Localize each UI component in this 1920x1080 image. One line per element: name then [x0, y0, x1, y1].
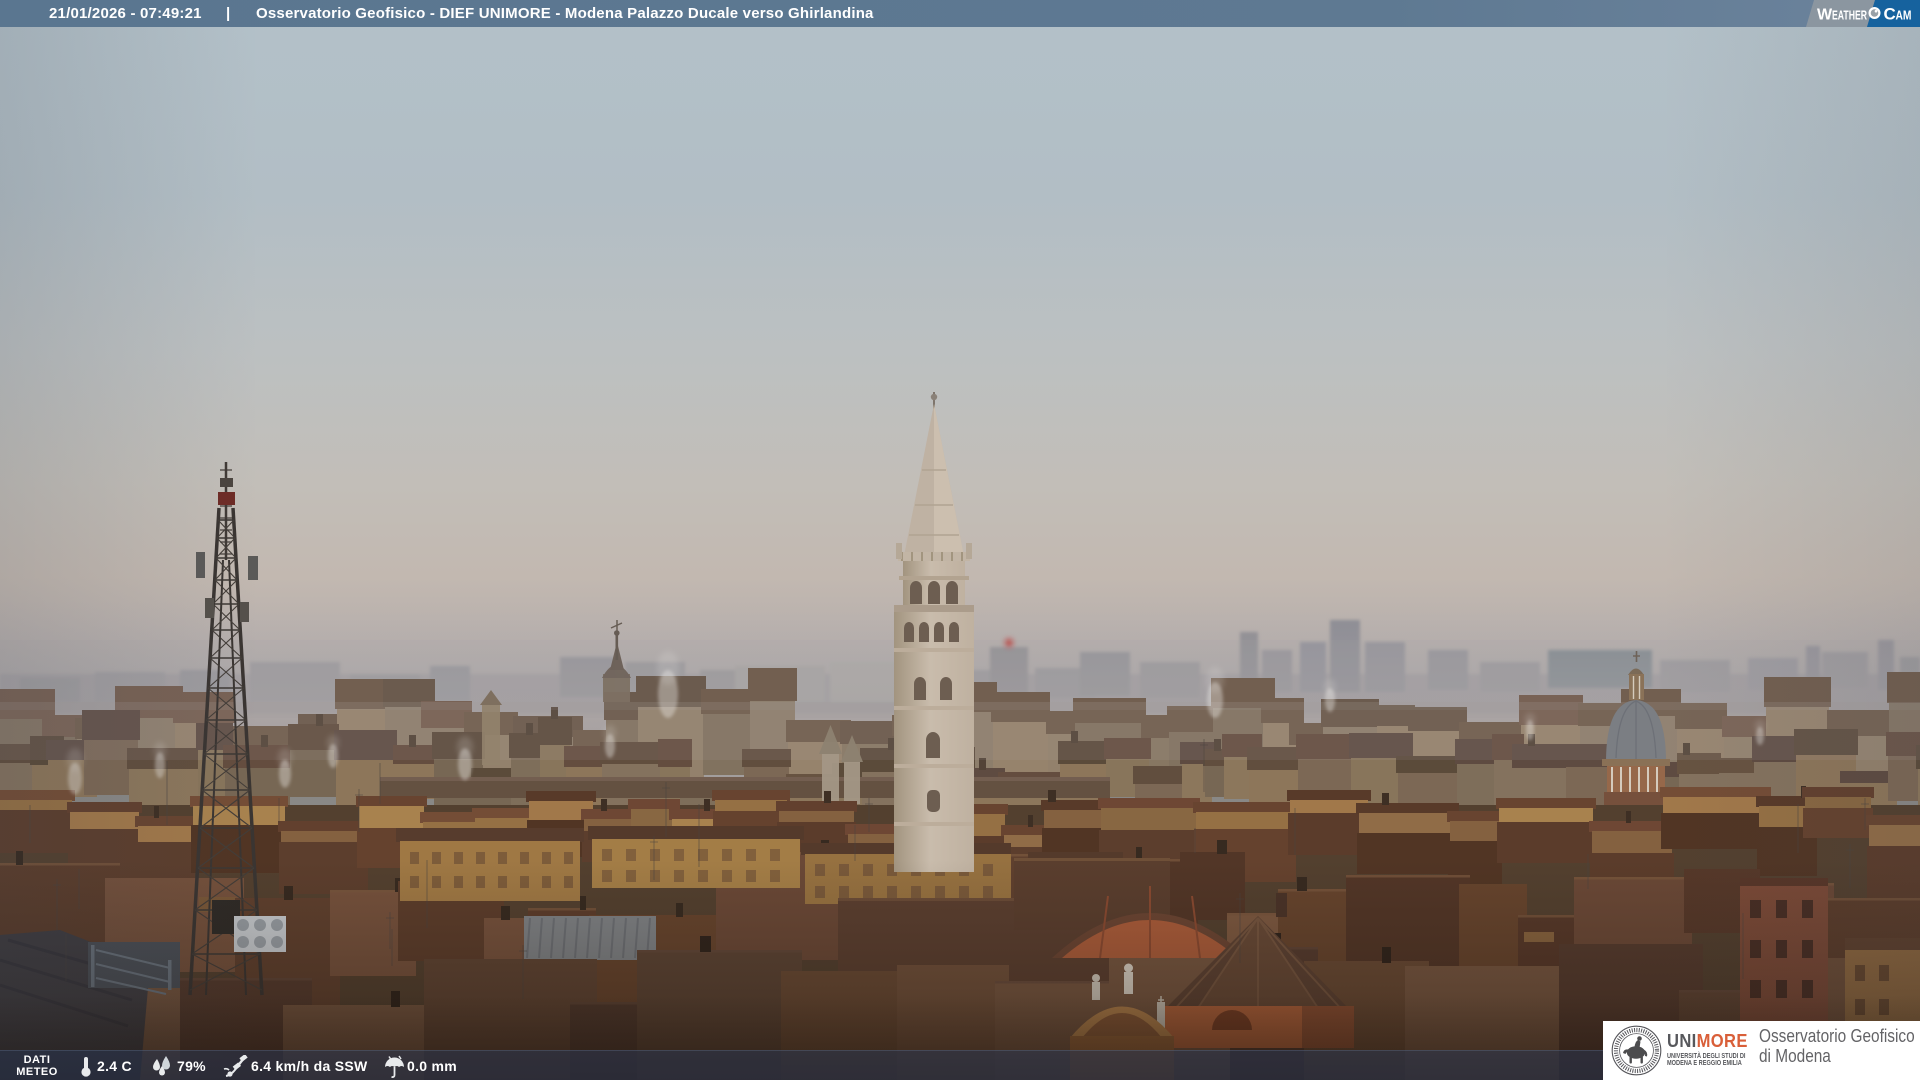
svg-text:C: C: [1884, 5, 1896, 24]
svg-text:W: W: [1817, 7, 1833, 24]
svg-text:AM: AM: [1896, 8, 1912, 23]
svg-text:EATHER: EATHER: [1832, 9, 1867, 23]
